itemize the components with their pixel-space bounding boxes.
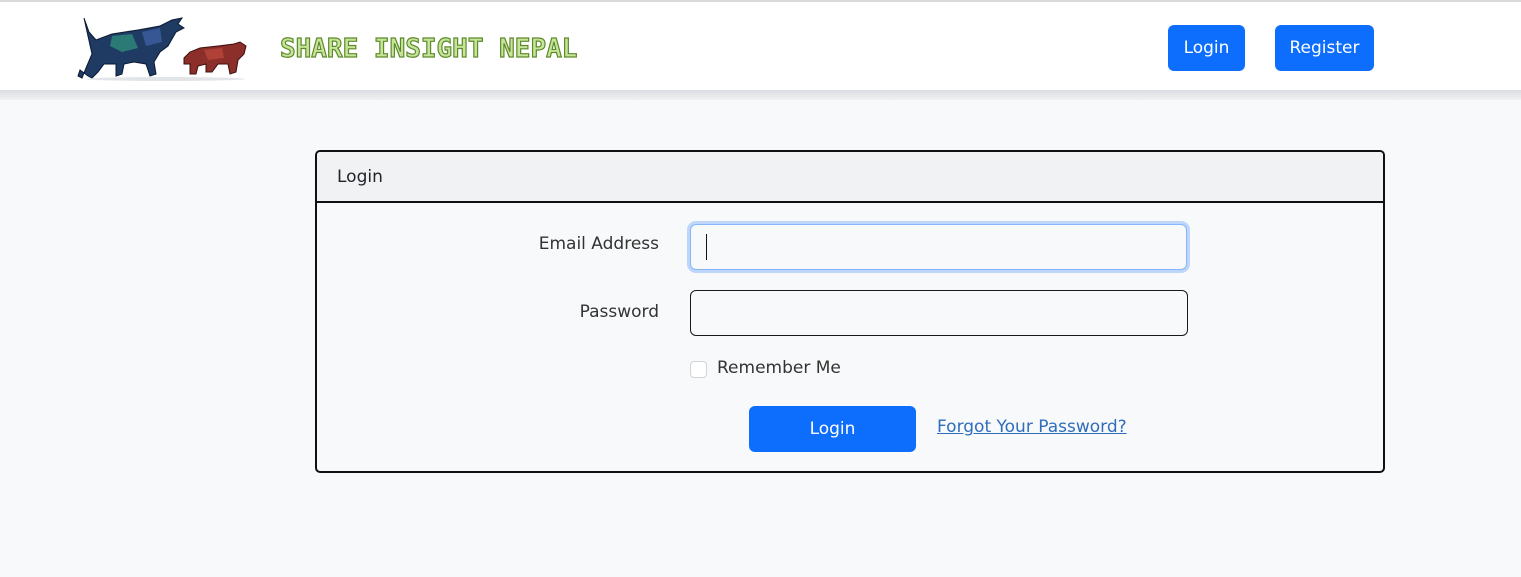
- bull-bear-logo: [77, 17, 247, 81]
- remember-me-checkbox[interactable]: [690, 361, 707, 378]
- nav-login-button[interactable]: Login: [1168, 25, 1245, 71]
- card-title: Login: [317, 152, 1383, 203]
- login-card: Login Email Address Password Remember Me…: [315, 150, 1385, 473]
- top-navbar: SHARE INSIGHT NEPAL Login Register: [0, 2, 1521, 91]
- forgot-password-link[interactable]: Forgot Your Password?: [937, 417, 1127, 437]
- email-input[interactable]: [690, 224, 1187, 270]
- email-label: Email Address: [538, 234, 659, 254]
- password-input[interactable]: [690, 290, 1188, 336]
- header-shadow-band: [0, 90, 1521, 100]
- password-label: Password: [579, 302, 659, 322]
- text-cursor: [706, 234, 707, 260]
- brand-name: SHARE INSIGHT NEPAL: [279, 33, 578, 64]
- nav-register-button[interactable]: Register: [1275, 25, 1374, 71]
- login-submit-button[interactable]: Login: [749, 406, 916, 452]
- remember-me-label[interactable]: Remember Me: [717, 358, 841, 378]
